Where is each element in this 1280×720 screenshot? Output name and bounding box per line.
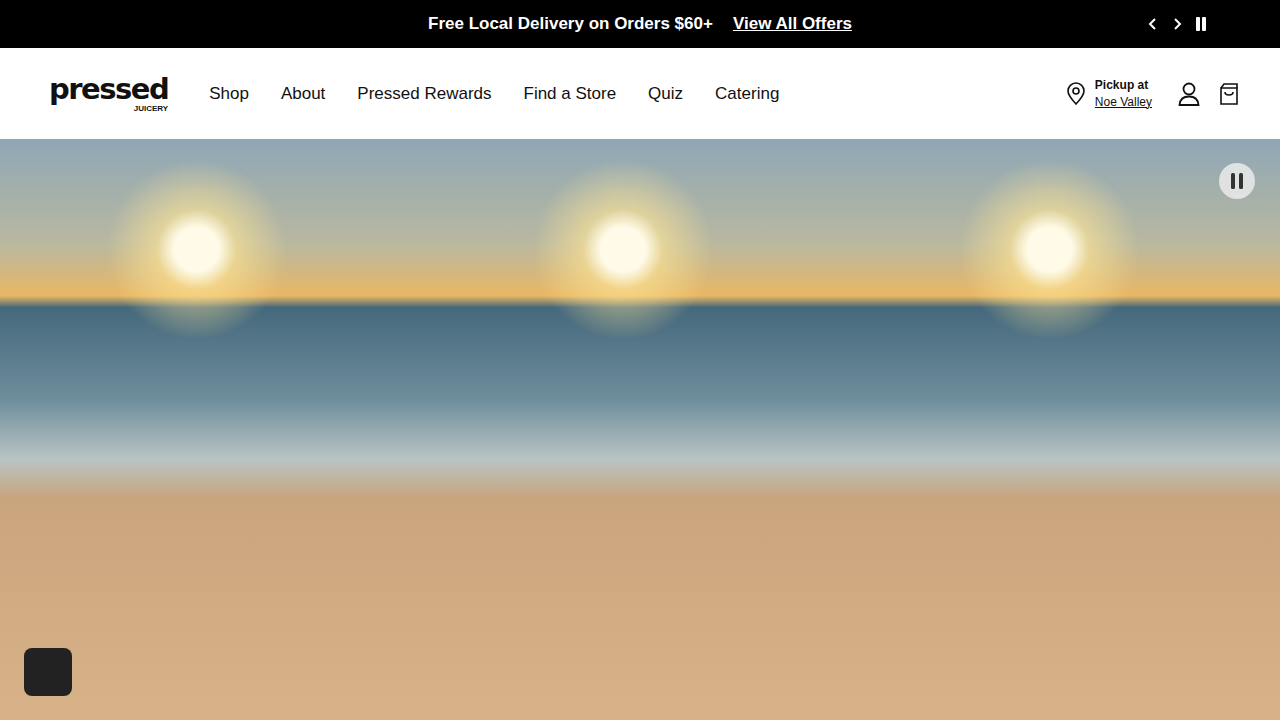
- announcement-bar: Free Local Delivery on Orders $60+ View A…: [0, 0, 1280, 48]
- site-header: pressedJUICERY Shop About Pressed Rewards Fi…: [0, 48, 1280, 139]
- main-nav: Shop About Pressed Rewards Find a Store Quiz…: [209, 84, 779, 104]
- chevron-right-icon[interactable]: [1170, 17, 1184, 31]
- pickup-store[interactable]: Noe Valley: [1095, 94, 1152, 110]
- announcement-text: Free Local Delivery on Orders $60+: [428, 14, 713, 34]
- chevron-left-icon[interactable]: [1146, 17, 1160, 31]
- pause-icon: [1229, 172, 1245, 190]
- logo[interactable]: pressedJUICERY: [49, 75, 168, 113]
- pickup-label: Pickup at: [1095, 77, 1152, 93]
- hero-photo: [0, 139, 427, 720]
- pickup-location[interactable]: Pickup atNoe Valley: [1066, 77, 1152, 109]
- nav-item[interactable]: Catering: [715, 84, 779, 104]
- hero-pause-button[interactable]: [1219, 163, 1255, 199]
- hero-photo: [427, 139, 854, 720]
- hero-carousel: [0, 139, 1280, 720]
- location-pin-icon: [1066, 82, 1086, 106]
- nav-item[interactable]: Quiz: [648, 84, 683, 104]
- pause-icon[interactable]: [1194, 16, 1208, 32]
- nav-item[interactable]: Shop: [209, 84, 249, 104]
- nav-item[interactable]: About: [281, 84, 325, 104]
- nav-item[interactable]: Pressed Rewards: [357, 84, 491, 104]
- view-offers-link[interactable]: View All Offers: [733, 14, 852, 34]
- nav-item[interactable]: Find a Store: [524, 84, 617, 104]
- chat-widget[interactable]: [24, 648, 72, 696]
- hero-photo: [853, 139, 1280, 720]
- cart-icon[interactable]: [1218, 82, 1240, 106]
- account-icon[interactable]: [1178, 82, 1200, 106]
- page: Free Local Delivery on Orders $60+ View A…: [0, 0, 1280, 720]
